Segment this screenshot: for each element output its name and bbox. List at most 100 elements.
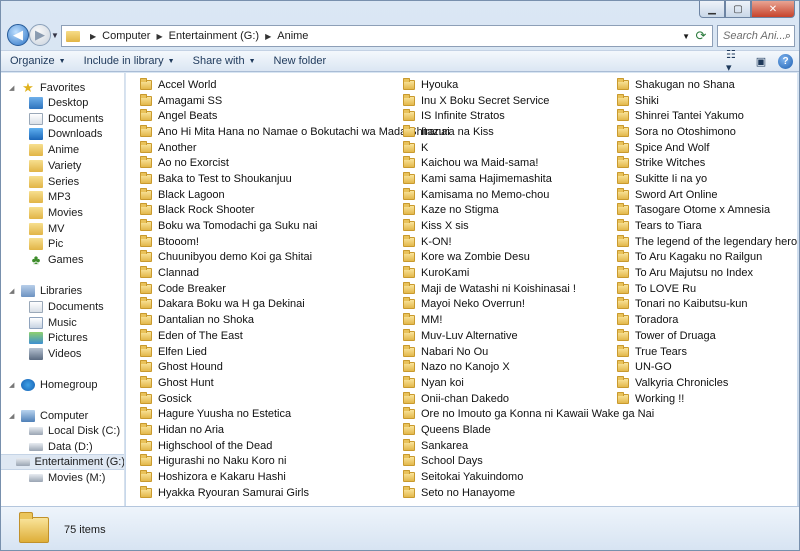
nav-item[interactable]: Documents (1, 299, 124, 315)
folder-item[interactable]: Working !! (617, 391, 797, 407)
nav-drive[interactable]: Entertainment (G:) (1, 454, 124, 471)
folder-item[interactable]: Sora no Otoshimono (617, 124, 797, 140)
nav-label: Pic (48, 238, 64, 251)
refresh-icon[interactable]: ⟳ (691, 26, 711, 46)
folder-icon (617, 109, 629, 122)
folder-item[interactable]: Shakugan no Shana (617, 77, 797, 93)
breadcrumb-drive[interactable]: Entertainment (G:) (169, 30, 259, 42)
nav-label: Variety (48, 159, 82, 172)
nav-item[interactable]: Pictures (1, 330, 124, 346)
folder-item[interactable]: Seto no Hanayome (403, 485, 654, 501)
folder-icon (29, 175, 43, 188)
folder-item[interactable]: The legend of the legendary heroes (617, 234, 797, 250)
nav-computer[interactable]: ◢ Computer (1, 408, 124, 424)
address-bar[interactable]: ▶ Computer ▶ Entertainment (G:) ▶ Anime … (61, 25, 713, 47)
nav-label: Local Disk (C:) (48, 425, 121, 437)
chevron-right-icon[interactable]: ▶ (90, 32, 96, 41)
maximize-button[interactable]: ▢ (725, 1, 751, 18)
forward-button[interactable]: ▶ (29, 24, 51, 46)
nav-item[interactable]: Documents (1, 111, 124, 127)
folder-icon (617, 313, 629, 326)
nav-libraries[interactable]: ◢ Libraries (1, 283, 124, 299)
folder-item[interactable]: To Aru Kagaku no Railgun (617, 250, 797, 266)
folder-item[interactable]: Sukitte Ii na yo (617, 171, 797, 187)
folder-item[interactable]: Shinrei Tantei Yakumo (617, 108, 797, 124)
folder-item[interactable]: True Tears (617, 344, 797, 360)
back-button[interactable]: ◀ (7, 24, 29, 46)
folder-icon (140, 297, 152, 310)
folder-item[interactable]: UN-GO (617, 359, 797, 375)
breadcrumb-computer[interactable]: Computer (102, 30, 150, 42)
folder-item[interactable]: Seitokai Yakuindomo (403, 469, 654, 485)
nav-item[interactable]: Videos (1, 346, 124, 362)
folder-item[interactable]: School Days (403, 454, 654, 470)
folder-item[interactable]: Tonari no Kaibutsu-kun (617, 297, 797, 313)
help-icon[interactable]: ? (778, 53, 793, 69)
command-bar: Organize ▼ Include in library ▼ Share with… (1, 49, 799, 74)
folder-name: Ghost Hound (158, 361, 223, 374)
nav-drive[interactable]: Local Disk (C:) (1, 423, 124, 439)
folder-name: MM! (421, 314, 443, 327)
expand-icon[interactable]: ◢ (9, 381, 17, 389)
folder-name: Spice And Wolf (635, 141, 710, 154)
music-icon (29, 316, 43, 329)
expand-icon[interactable]: ◢ (9, 84, 17, 92)
nav-item[interactable]: Downloads (1, 126, 124, 142)
folder-name: KuroKami (421, 267, 470, 280)
chevron-right-icon[interactable]: ▶ (156, 32, 162, 41)
folder-name: Sukitte Ii na yo (635, 172, 708, 185)
chevron-right-icon[interactable]: ▶ (265, 32, 271, 41)
folder-item[interactable]: Shiki (617, 93, 797, 109)
folder-item[interactable]: Valkyria Chronicles (617, 375, 797, 391)
nav-item[interactable]: MV (1, 221, 124, 237)
expand-icon[interactable]: ◢ (9, 412, 17, 420)
folder-item[interactable]: To LOVE Ru (617, 281, 797, 297)
folder-item[interactable]: Toradora (617, 312, 797, 328)
share-with-button[interactable]: Share with ▼ (184, 51, 265, 71)
nav-item[interactable]: Movies (1, 205, 124, 221)
preview-pane-icon[interactable]: ▣ (752, 53, 770, 69)
toolbar-right: ☷ ▾ ▣ ? (726, 49, 793, 74)
nav-homegroup[interactable]: ◢ Homegroup (1, 377, 124, 393)
nav-item[interactable]: Music (1, 315, 124, 331)
folder-icon (29, 191, 43, 204)
organize-button[interactable]: Organize ▼ (1, 51, 75, 71)
nav-item[interactable]: Series (1, 174, 124, 190)
folder-name: UN-GO (635, 361, 672, 374)
nav-item[interactable]: Variety (1, 158, 124, 174)
new-folder-button[interactable]: New folder (265, 51, 336, 71)
close-button[interactable]: ✕ (751, 1, 795, 18)
minimize-button[interactable]: ▁ (699, 1, 725, 18)
folder-item[interactable]: Sankarea (403, 438, 654, 454)
nav-item[interactable]: Pic (1, 236, 124, 252)
nav-favorites[interactable]: ◢ ★ Favorites (1, 80, 124, 96)
nav-item[interactable]: Anime (1, 142, 124, 158)
nav-item[interactable]: Desktop (1, 95, 124, 111)
recent-pages-dropdown[interactable]: ▼ (51, 31, 59, 40)
folder-item[interactable]: Tasogare Otome x Amnesia (617, 203, 797, 219)
folder-icon (140, 140, 152, 153)
search-input[interactable]: Search Ani... ⌕ (717, 25, 795, 47)
folder-item[interactable]: Strike Witches (617, 155, 797, 171)
include-in-library-button[interactable]: Include in library ▼ (75, 51, 184, 71)
folder-icon (403, 344, 415, 357)
nav-item[interactable]: MP3 (1, 189, 124, 205)
nav-item[interactable]: ♣ Games (1, 252, 124, 268)
address-dropdown-icon[interactable]: ▼ (682, 32, 690, 41)
folder-icon (140, 171, 152, 184)
folder-item[interactable]: Spice And Wolf (617, 140, 797, 156)
folder-item[interactable]: Tower of Druaga (617, 328, 797, 344)
folder-item[interactable]: Tears to Tiara (617, 218, 797, 234)
nav-drive[interactable]: Movies (M:) (1, 470, 124, 486)
nav-drive[interactable]: Data (D:) (1, 439, 124, 455)
view-options-icon[interactable]: ☷ ▾ (726, 49, 744, 74)
expand-icon[interactable]: ◢ (9, 287, 17, 295)
folder-item[interactable]: To Aru Majutsu no Index (617, 265, 797, 281)
folder-item[interactable]: Sword Art Online (617, 187, 797, 203)
folder-item[interactable]: Queens Blade (403, 422, 654, 438)
folder-name: Ghost Hunt (158, 376, 214, 389)
nav-label: Desktop (48, 97, 89, 109)
breadcrumb-folder[interactable]: Anime (277, 30, 308, 42)
folder-item[interactable]: Ore no Imouto ga Konna ni Kawaii Wake ga… (403, 406, 654, 422)
folder-icon (403, 203, 415, 216)
